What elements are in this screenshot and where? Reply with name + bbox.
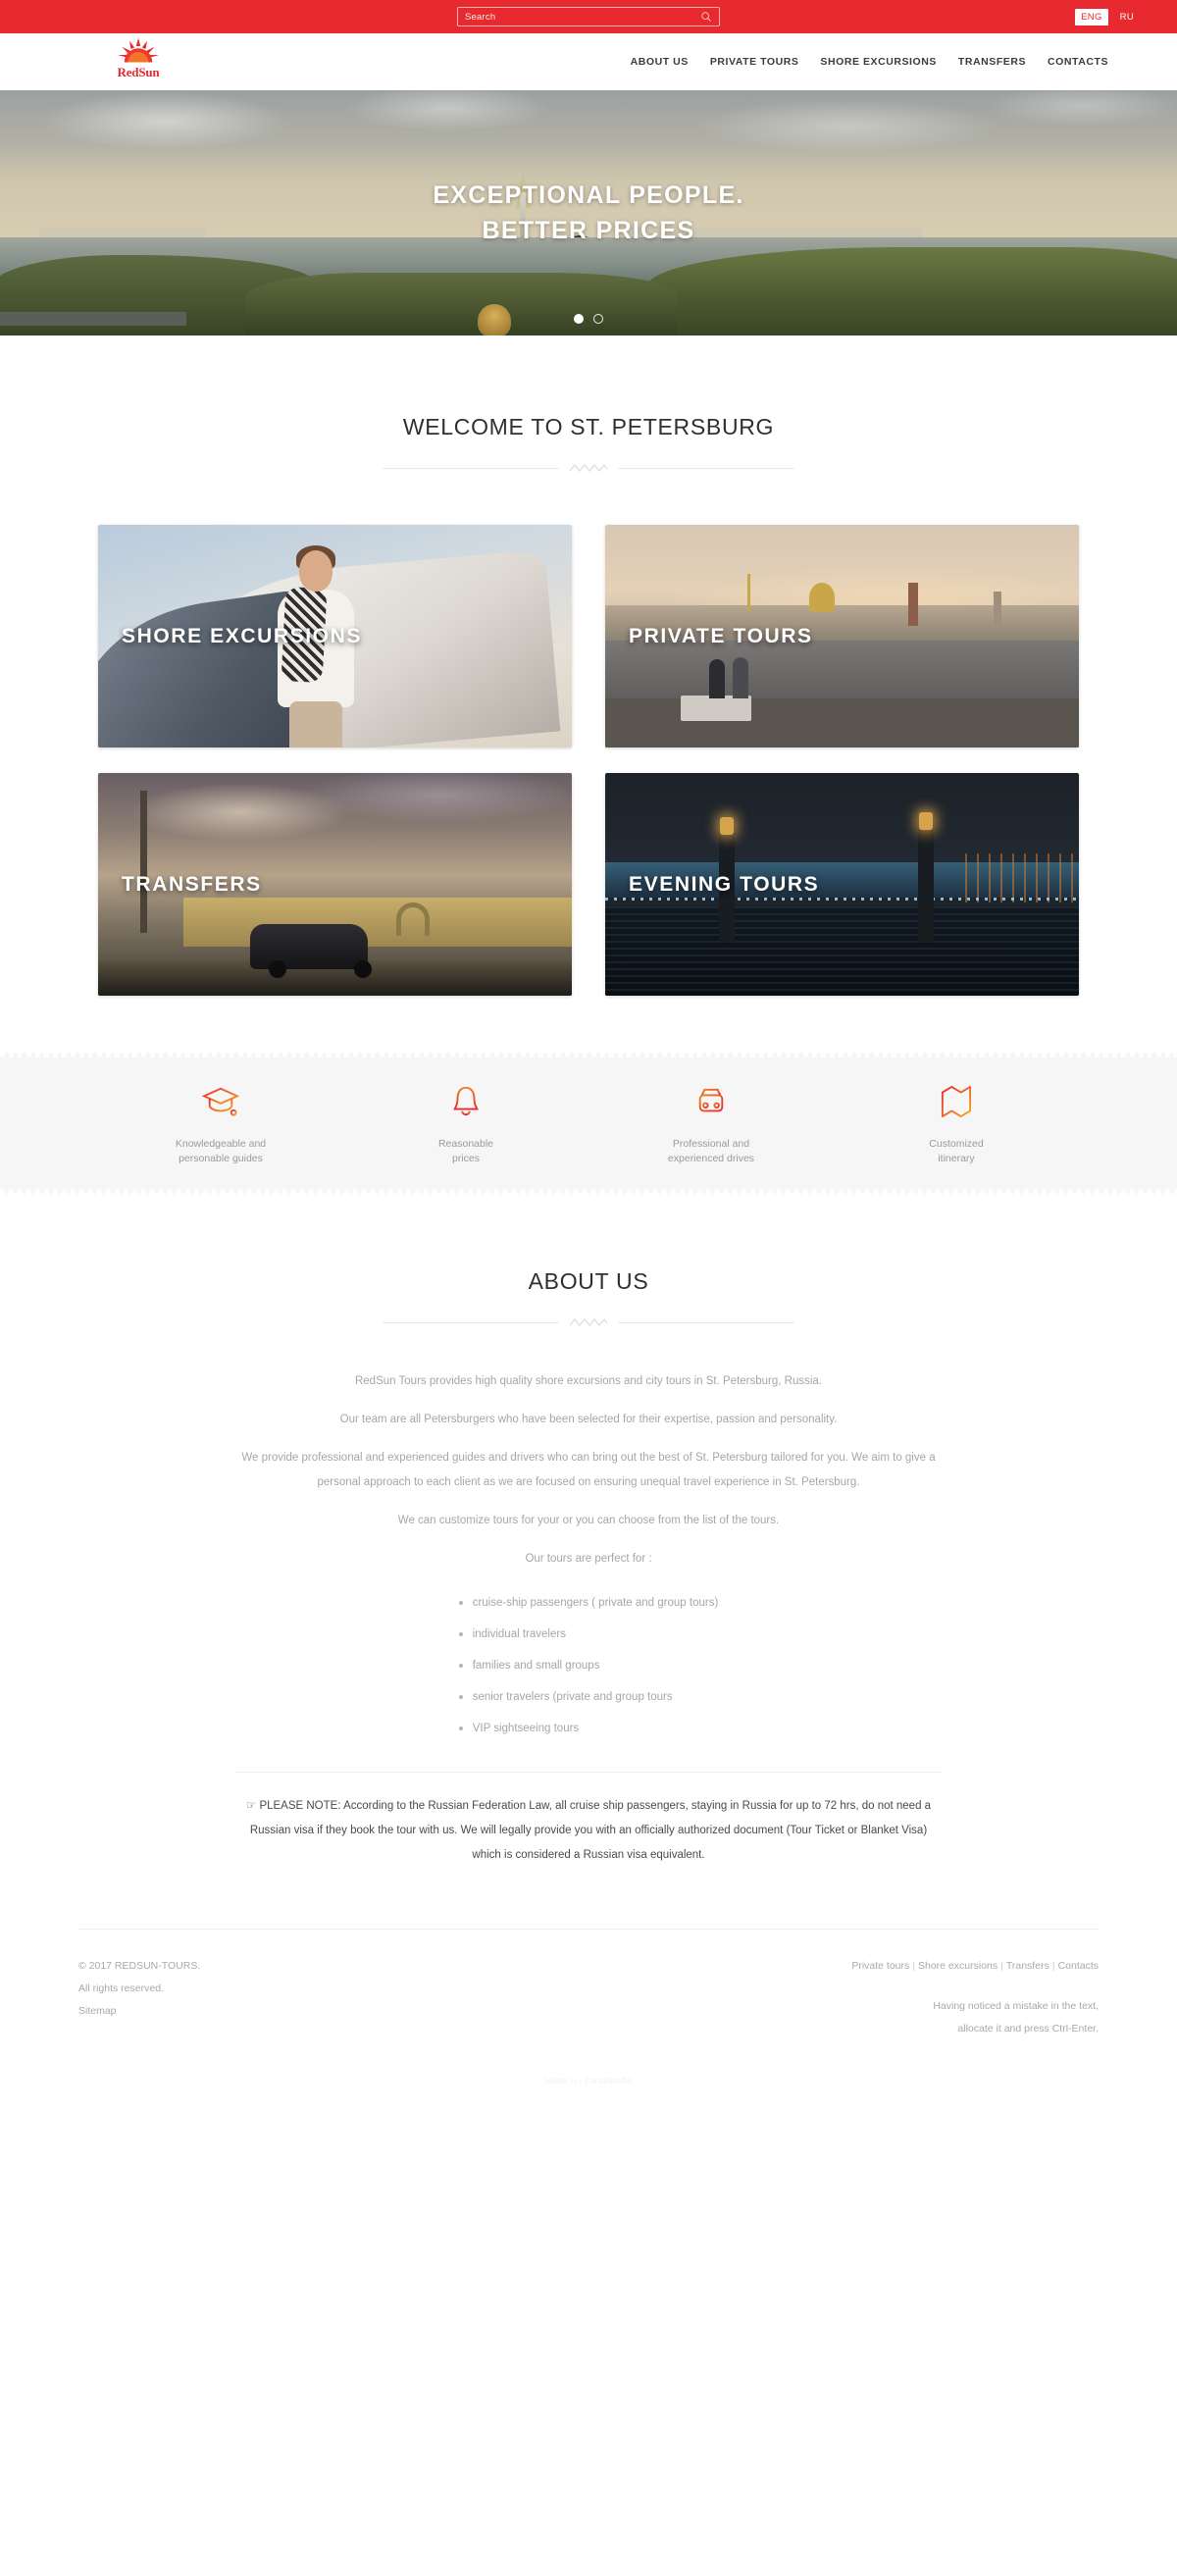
- feature-experienced-drivers: Professional and experienced drives: [588, 1080, 834, 1166]
- divider-line-right: [618, 467, 794, 469]
- about-paragraph: Our team are all Petersburgers who have …: [339, 1414, 838, 1425]
- list-item: senior travelers (private and group tour…: [458, 1687, 719, 1707]
- primary-navigation[interactable]: ABOUT US PRIVATE TOURS SHORE EXCURSIONS …: [631, 56, 1108, 68]
- feature-reasonable-prices: Reasonable prices: [343, 1080, 588, 1166]
- feature-label-line2: experienced drives: [667, 1153, 755, 1164]
- footer-rights: All rights reserved.: [78, 1983, 164, 1994]
- hero-headline-line2: BETTER PRICES: [482, 217, 695, 244]
- list-item: cruise-ship passengers ( private and gro…: [458, 1593, 718, 1613]
- note-separator: [235, 1772, 942, 1773]
- card-transfers[interactable]: TRANSFERS: [98, 773, 572, 996]
- feature-label-line1: Knowledgeable and: [175, 1138, 267, 1150]
- card-private-tours[interactable]: PRIVATE TOURS: [605, 525, 1079, 747]
- nav-item-shore-excursions[interactable]: SHORE EXCURSIONS: [820, 56, 937, 68]
- about-text-block: RedSun Tours provides high quality shore…: [235, 1369, 942, 1750]
- card-evening-tours[interactable]: EVENING TOURS: [605, 773, 1079, 996]
- carousel-pagination[interactable]: [0, 314, 1177, 324]
- features-strip: Knowledgeable and personable guides Reas…: [0, 1051, 1177, 1196]
- feature-label-line2: prices: [451, 1153, 480, 1164]
- features-top-zigzag: [0, 1051, 1177, 1057]
- welcome-divider: [383, 462, 794, 474]
- zigzag-ornament-icon: [569, 463, 608, 473]
- language-switcher[interactable]: ENG RU: [1075, 0, 1140, 33]
- about-title: ABOUT US: [528, 1268, 649, 1294]
- hero-carousel: EXCEPTIONAL PEOPLE. BETTER PRICES: [0, 90, 1177, 335]
- please-note-block: ☞ PLEASE NOTE: According to the Russian …: [245, 1794, 932, 1868]
- card-label: EVENING TOURS: [629, 872, 820, 896]
- lang-option-ru[interactable]: RU: [1114, 9, 1140, 26]
- features-bottom-zigzag: [0, 1189, 1177, 1196]
- top-utility-bar: ENG RU: [0, 0, 1177, 33]
- feature-label-line2: itinerary: [938, 1153, 975, 1164]
- carousel-dot-2[interactable]: [593, 314, 603, 324]
- about-paragraph: RedSun Tours provides high quality shore…: [354, 1375, 822, 1387]
- list-item: individual travelers: [458, 1624, 719, 1644]
- list-item: families and small groups: [458, 1656, 719, 1675]
- footer-link-shore-excursions[interactable]: Shore excursions: [918, 1960, 998, 1972]
- map-icon: [834, 1080, 1079, 1123]
- footer-sitemap-link[interactable]: Sitemap: [78, 2000, 200, 2023]
- welcome-title: WELCOME TO ST. PETERSBURG: [402, 414, 775, 439]
- about-paragraph: Our tours are perfect for :: [525, 1553, 652, 1565]
- divider-line-left: [383, 467, 559, 469]
- sun-logo-icon: [118, 37, 159, 63]
- list-item: VIP sightseeing tours: [458, 1719, 719, 1738]
- footer-region: © 2017 REDSUN-TOURS. All rights reserved…: [0, 1929, 1177, 2086]
- footer-mistake-line2: allocate it and press Ctrl-Enter.: [957, 2023, 1099, 2035]
- divider-line-right: [618, 1321, 794, 1323]
- card-shore-excursions[interactable]: SHORE EXCURSIONS: [98, 525, 572, 747]
- please-note-text: PLEASE NOTE: According to the Russian Fe…: [249, 1800, 932, 1861]
- logo-link[interactable]: RedSun: [108, 37, 169, 86]
- footer-link-contacts[interactable]: Contacts: [1058, 1960, 1099, 1972]
- search-input[interactable]: [465, 11, 700, 23]
- nav-item-contacts[interactable]: CONTACTS: [1048, 56, 1108, 68]
- divider-line-left: [383, 1321, 559, 1323]
- footer-credit: Made in - FantaStudio: [544, 2076, 633, 2086]
- logo-text: RedSun: [117, 65, 160, 79]
- pointing-hand-icon: ☞: [245, 1800, 257, 1812]
- car-icon: [588, 1080, 834, 1123]
- graduation-cap-icon: [98, 1080, 343, 1123]
- nav-item-transfers[interactable]: TRANSFERS: [958, 56, 1026, 68]
- about-section: ABOUT US RedSun Tours provides high qual…: [0, 1196, 1177, 1868]
- feature-label-line1: Customized: [929, 1138, 984, 1150]
- category-card-grid: SHORE EXCURSIONS PRIVATE TOURS TRANSFERS…: [98, 525, 1079, 996]
- bell-icon: [343, 1080, 588, 1123]
- card-figure-woman: [270, 545, 364, 747]
- footer-left-column: © 2017 REDSUN-TOURS. All rights reserved…: [78, 1955, 200, 2040]
- feature-label-line2: personable guides: [179, 1153, 263, 1164]
- card-label: TRANSFERS: [122, 872, 262, 896]
- feature-customized-itinerary: Customized itinerary: [834, 1080, 1079, 1166]
- feature-knowledgeable-guides: Knowledgeable and personable guides: [98, 1080, 343, 1166]
- search-icon[interactable]: [700, 11, 712, 23]
- feature-label-line1: Professional and: [672, 1138, 750, 1150]
- footer-links[interactable]: Private tours | Shore excursions | Transfers…: [851, 1955, 1099, 1978]
- about-divider: [383, 1316, 794, 1328]
- footer-link-private-tours[interactable]: Private tours: [851, 1960, 909, 1972]
- card-label: PRIVATE TOURS: [629, 624, 813, 647]
- lang-option-eng[interactable]: ENG: [1075, 8, 1108, 26]
- footer-mistake-line1: Having noticed a mistake in the text,: [933, 2000, 1099, 2012]
- search-box[interactable]: [457, 7, 720, 26]
- nav-item-about-us[interactable]: ABOUT US: [631, 56, 689, 68]
- hero-caption: EXCEPTIONAL PEOPLE. BETTER PRICES: [0, 90, 1177, 335]
- about-audience-list: cruise-ship passengers ( private and gro…: [458, 1593, 719, 1750]
- hero-headline-line1: EXCEPTIONAL PEOPLE.: [433, 181, 744, 209]
- footer: © 2017 REDSUN-TOURS. All rights reserved…: [78, 1930, 1099, 2040]
- footer-right-column: Private tours | Shore excursions | Transfers…: [851, 1955, 1099, 2040]
- carousel-dot-1[interactable]: [574, 314, 584, 324]
- about-paragraph: We can customize tours for your or you c…: [397, 1515, 780, 1526]
- feature-label-line1: Reasonable: [437, 1138, 494, 1150]
- footer-copyright: © 2017 REDSUN-TOURS.: [78, 1960, 201, 1972]
- zigzag-ornament-icon: [569, 1317, 608, 1327]
- nav-item-private-tours[interactable]: PRIVATE TOURS: [710, 56, 799, 68]
- about-paragraph: We provide professional and experienced …: [241, 1452, 936, 1488]
- main-header: RedSun ABOUT US PRIVATE TOURS SHORE EXCU…: [0, 33, 1177, 90]
- card-label: SHORE EXCURSIONS: [122, 624, 362, 647]
- welcome-section: WELCOME TO ST. PETERSBURG: [0, 335, 1177, 474]
- footer-link-transfers[interactable]: Transfers: [1006, 1960, 1049, 1972]
